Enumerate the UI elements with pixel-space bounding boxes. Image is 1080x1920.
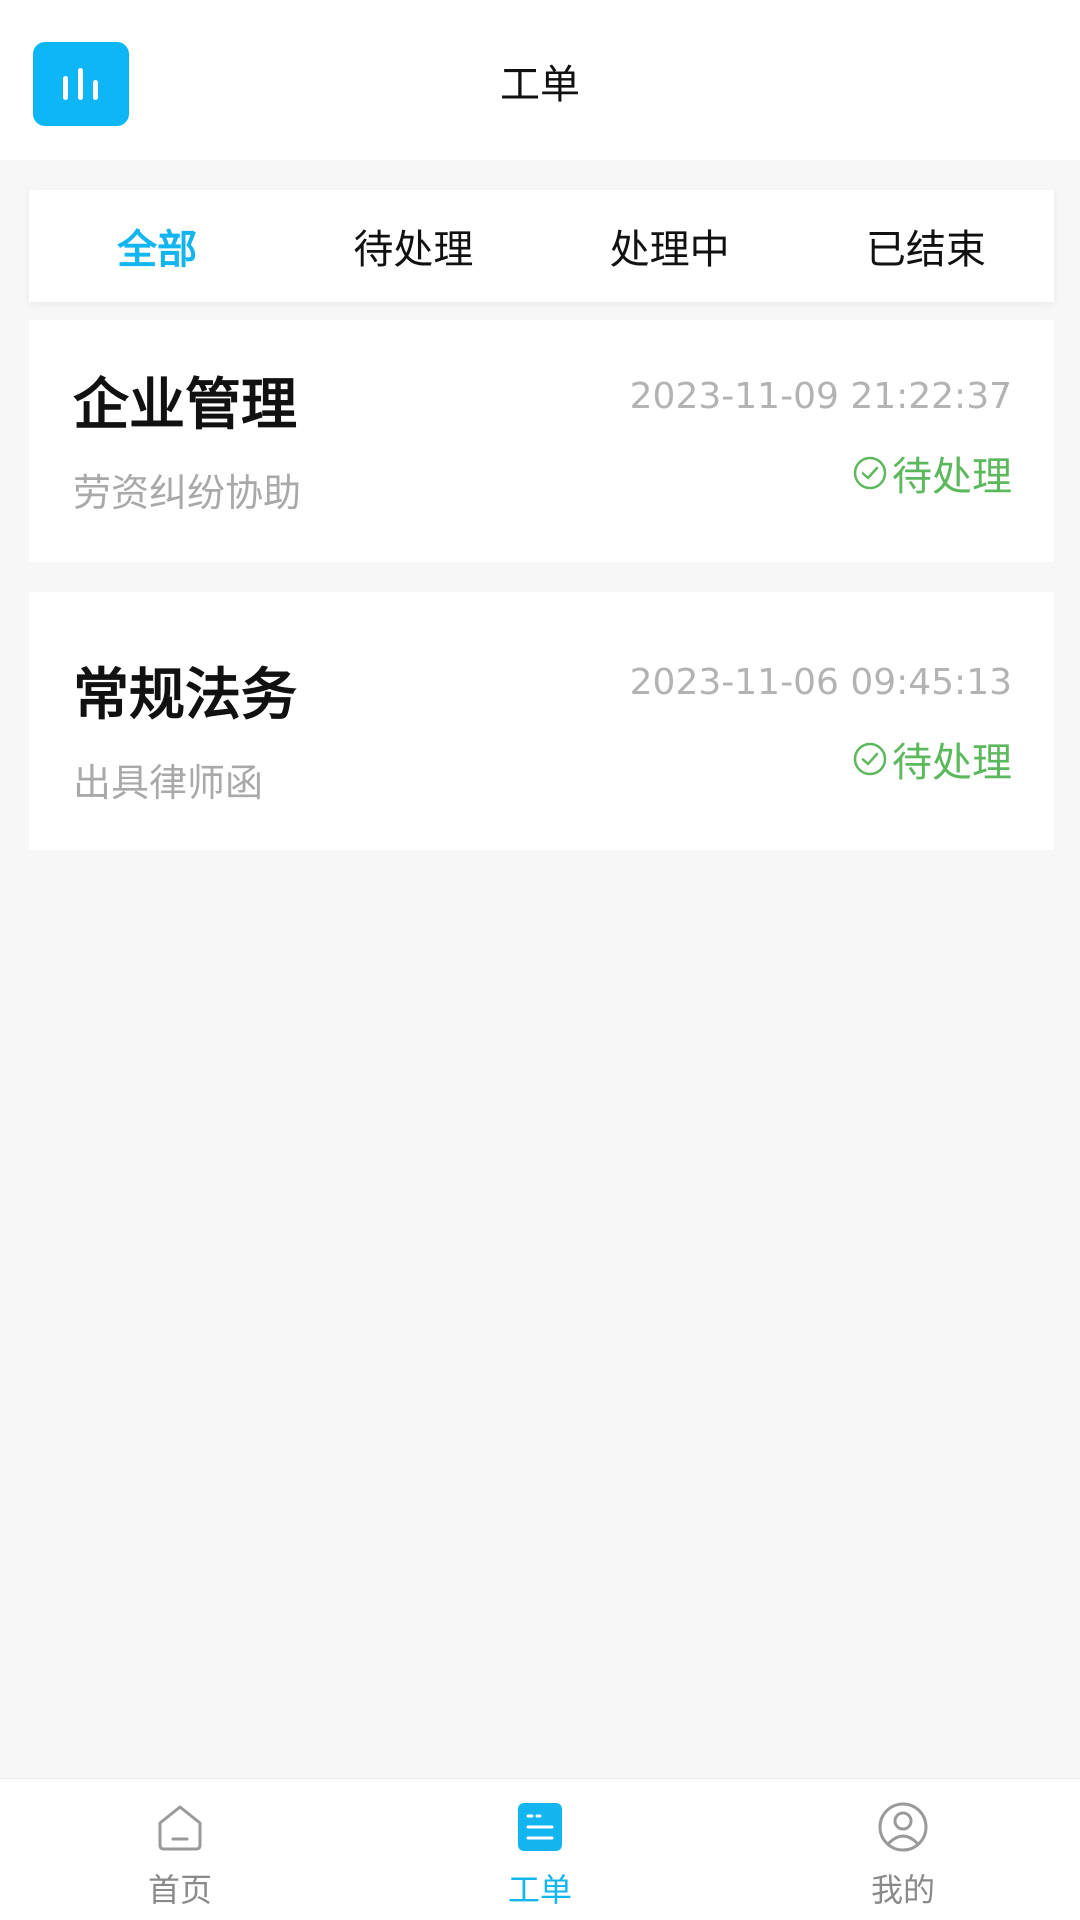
order-card[interactable]: 企业管理 劳资纠纷协助 2023-11-09 21:22:37 待处理 (29, 320, 1054, 562)
home-icon (158, 1805, 202, 1851)
status-tabs: 全部 待处理 处理中 已结束 (29, 190, 1054, 302)
tab-pending[interactable]: 待处理 (285, 217, 541, 275)
order-time: 2023-11-06 09:45:13 (629, 662, 1012, 703)
nav-home[interactable]: 首页 (80, 1779, 280, 1920)
order-card[interactable]: 常规法务 出具律师函 2023-11-06 09:45:13 待处理 (29, 592, 1054, 850)
order-subtitle: 出具律师函 (73, 761, 264, 805)
page-title: 工单 (500, 62, 580, 108)
nav-orders[interactable]: 工单 (440, 1779, 640, 1920)
check-circle-icon (853, 456, 887, 490)
tab-all[interactable]: 全部 (29, 217, 285, 275)
status-badge: 待处理 (852, 444, 1012, 502)
order-time: 2023-11-09 21:22:37 (629, 376, 1012, 417)
nav-mine[interactable]: 我的 (803, 1779, 1003, 1920)
tab-finished[interactable]: 已结束 (798, 217, 1054, 275)
order-title: 常规法务 (73, 663, 297, 728)
top-header: 工单 (0, 0, 1080, 160)
tab-processing[interactable]: 处理中 (542, 217, 798, 275)
nav-home-label: 首页 (147, 1871, 212, 1909)
order-subtitle: 劳资纠纷协助 (73, 471, 302, 515)
status-text: 待处理 (892, 740, 1012, 786)
document-list-icon (518, 1803, 562, 1851)
check-circle-icon (853, 742, 887, 776)
nav-orders-label: 工单 (507, 1871, 572, 1909)
nav-mine-label: 我的 (870, 1871, 935, 1909)
status-badge: 待处理 (852, 730, 1012, 788)
status-text: 待处理 (892, 454, 1012, 500)
user-circle-icon (878, 1802, 928, 1852)
app-root: 工单 全部 待处理 处理中 已结束 企业管理 劳资纠纷协助 2023-11-09… (0, 0, 1080, 1920)
order-title: 企业管理 (73, 373, 297, 438)
bottom-nav: 首页 工单 我的 (0, 1778, 1080, 1920)
